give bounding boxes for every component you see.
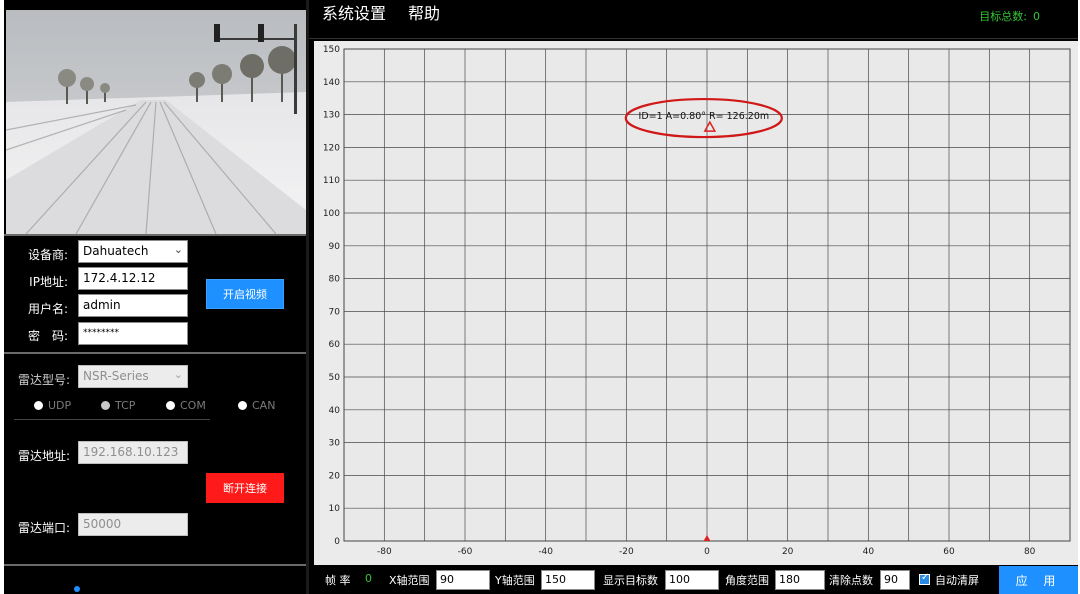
y-tick-label: 120 [323, 143, 340, 153]
open-video-button[interactable]: 开启视频 [206, 279, 284, 309]
radar-address-label: 雷达地址: [17, 449, 70, 463]
y-tick-label: 90 [329, 242, 341, 252]
y-tick-label: 80 [329, 275, 341, 285]
username-input[interactable]: admin [78, 294, 188, 317]
x-tick-label: 20 [782, 547, 794, 557]
vendor-select[interactable]: Dahuatech ⌄ [78, 240, 188, 263]
radio-can[interactable]: CAN [238, 399, 275, 412]
x-tick-label: 60 [943, 547, 955, 557]
target-count-label: 目标总数: [979, 10, 1027, 23]
chevron-down-icon: ⌄ [173, 243, 183, 256]
chevron-down-icon: ⌄ [173, 368, 183, 381]
menu-bar: 系统设置 帮助 [322, 0, 440, 24]
x-tick-label: 80 [1024, 547, 1036, 557]
left-control-panel: 设备商: Dahuatech ⌄ IP地址: 172.4.12.12 用户名: … [4, 0, 306, 594]
bottom-parameter-bar: 帧 率 0 X轴范围 90 Y轴范围 150 显示目标数 100 角度范围 18… [309, 566, 1078, 594]
radio-udp-label: UDP [48, 399, 72, 412]
radio-tcp-label: TCP [115, 399, 136, 412]
y-tick-label: 0 [334, 537, 340, 547]
disconnect-button[interactable]: 断开连接 [206, 473, 284, 503]
y-tick-label: 40 [329, 406, 341, 416]
menu-help[interactable]: 帮助 [408, 0, 440, 24]
radio-com[interactable]: COM [166, 399, 206, 412]
x-tick-label: 0 [704, 547, 710, 557]
x-range-input[interactable]: 90 [436, 570, 490, 590]
frame-rate-label: 帧 率 [325, 574, 351, 587]
y-tick-label: 30 [329, 439, 341, 449]
divider [4, 234, 306, 236]
angle-range-input[interactable]: 180 [775, 570, 825, 590]
radar-port-input[interactable]: 50000 [78, 513, 188, 536]
display-targets-label: 显示目标数 [603, 574, 658, 587]
radio-tcp[interactable]: TCP [101, 399, 135, 412]
radar-model-select[interactable]: NSR-Series ⌄ [78, 365, 188, 388]
y-tick-label: 20 [329, 471, 341, 481]
y-tick-label: 60 [329, 340, 341, 350]
angle-range-label: 角度范围 [725, 574, 769, 587]
x-tick-label: -40 [538, 547, 553, 557]
x-tick-label: 40 [863, 547, 875, 557]
panel-splitter[interactable] [306, 0, 309, 594]
auto-clear-checkbox[interactable] [919, 572, 930, 585]
radar-app-window: 设备商: Dahuatech ⌄ IP地址: 172.4.12.12 用户名: … [4, 0, 1078, 594]
radar-model-value: NSR-Series [83, 369, 149, 383]
y-tick-label: 140 [323, 78, 340, 88]
y-tick-label: 110 [323, 176, 340, 186]
radar-port-label: 雷达端口: [17, 521, 70, 535]
apply-button[interactable]: 应 用 [999, 566, 1078, 594]
radio-dot-icon [34, 401, 43, 410]
radar-model-label: 雷达型号: [17, 373, 70, 387]
password-label: 密 码: [27, 329, 68, 343]
divider [309, 38, 1078, 39]
divider [14, 419, 210, 420]
display-targets-input[interactable]: 100 [665, 570, 719, 590]
username-label: 用户名: [27, 302, 68, 316]
radar-address-input[interactable]: 192.168.10.123 [78, 441, 188, 464]
auto-clear-label: 自动清屏 [935, 574, 979, 587]
radio-dot-icon [238, 401, 247, 410]
x-tick-label: -80 [377, 547, 392, 557]
radio-dot-icon [101, 401, 110, 410]
radar-plot-area[interactable]: 0 10 20 30 40 50 60 70 80 90 100 110 120 130 140 150 -80… [314, 41, 1078, 565]
clear-points-input[interactable]: 90 [880, 570, 910, 590]
vendor-value: Dahuatech [83, 244, 149, 258]
target-count: 目标总数: 0 [979, 8, 1040, 24]
y-tick-label: 70 [329, 307, 341, 317]
divider [4, 564, 306, 566]
y-range-label: Y轴范围 [495, 574, 535, 587]
radio-udp[interactable]: UDP [34, 399, 71, 412]
radio-com-label: COM [180, 399, 206, 412]
radar-plot-svg: 0 10 20 30 40 50 60 70 80 90 100 110 120 130 140 150 -80… [323, 45, 1071, 557]
y-tick-label: 100 [323, 209, 340, 219]
x-range-label: X轴范围 [389, 574, 430, 587]
frame-rate-value: 0 [365, 572, 372, 585]
x-tick-label: -20 [619, 547, 634, 557]
password-input[interactable]: ******** [78, 322, 188, 345]
ip-label: IP地址: [29, 275, 68, 289]
radio-can-label: CAN [252, 399, 276, 412]
y-tick-label: 50 [329, 373, 341, 383]
radio-dot-icon [166, 401, 175, 410]
divider [4, 352, 306, 354]
y-tick-label: 130 [323, 111, 340, 121]
y-tick-label: 10 [329, 504, 341, 514]
clear-points-label: 清除点数 [829, 574, 873, 587]
camera-video-feed [6, 10, 306, 234]
scroll-indicator-icon [74, 586, 80, 592]
target-count-value: 0 [1033, 10, 1040, 23]
x-tick-label: -60 [458, 547, 473, 557]
ip-input[interactable]: 172.4.12.12 [78, 267, 188, 290]
y-range-input[interactable]: 150 [541, 570, 595, 590]
menu-system-settings[interactable]: 系统设置 [322, 0, 386, 24]
vendor-label: 设备商: [27, 248, 68, 262]
y-tick-label: 150 [323, 45, 340, 55]
target-label: ID=1 A=0.80° R= 126.20m [639, 111, 770, 122]
